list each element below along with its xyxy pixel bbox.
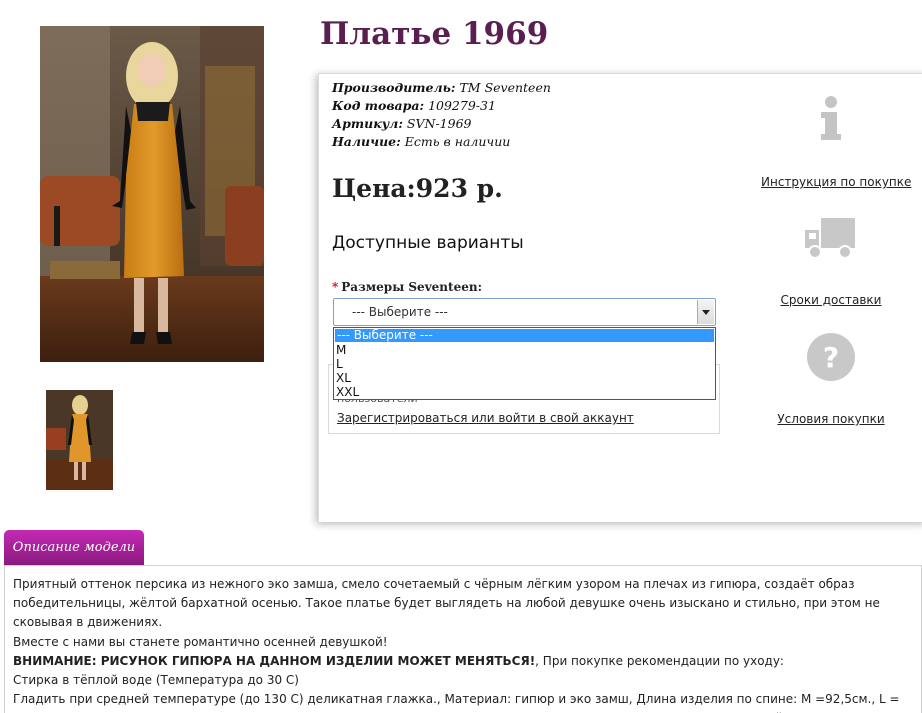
- description-details: Гладить при средней температуре (до 130 …: [13, 692, 900, 713]
- meta-manufacturer: Производитель: ТМ Seventeen: [332, 80, 551, 95]
- size-label: * Размеры Seventeen:: [332, 280, 482, 294]
- size-option[interactable]: --- Выберите ---: [335, 329, 714, 342]
- svg-text:?: ?: [823, 341, 839, 374]
- tab-model-description[interactable]: Описание модели: [4, 530, 144, 565]
- description-text: Приятный оттенок персика из нежного эко …: [13, 575, 913, 713]
- purchase-conditions-link[interactable]: Условия покупки: [761, 412, 901, 426]
- question-icon: ?: [807, 333, 855, 381]
- product-thumbnail[interactable]: [46, 390, 113, 490]
- variants-heading: Доступные варианты: [332, 233, 524, 253]
- size-option[interactable]: XL: [334, 371, 715, 385]
- purchase-instructions[interactable]: Инструкция по покупке: [761, 92, 911, 189]
- description-paragraph: Приятный оттенок персика из нежного эко …: [13, 577, 880, 630]
- size-select-value: --- Выберите ---: [352, 305, 448, 319]
- truck-icon: [805, 218, 855, 259]
- description-paragraph: Вместе с нами вы станете романтично осен…: [13, 634, 388, 649]
- size-option[interactable]: XXL: [334, 385, 715, 399]
- info-icon: [821, 96, 841, 140]
- purchase-conditions[interactable]: ? Условия покупки: [761, 330, 901, 426]
- product-meta: Производитель: ТМ Seventeen Код товара: …: [332, 79, 551, 151]
- delivery-terms[interactable]: Сроки доставки: [761, 214, 901, 307]
- warning-text: ВНИМАНИЕ: РИСУНОК ГИПЮРА НА ДАННОМ ИЗДЕЛ…: [13, 653, 536, 668]
- description-warning-line: ВНИМАНИЕ: РИСУНОК ГИПЮРА НА ДАННОМ ИЗДЕЛ…: [13, 653, 784, 668]
- product-main-photo[interactable]: [40, 26, 264, 362]
- description-wash: Стирка в тёплой воде (Температура до 30 …: [13, 673, 299, 688]
- register-or-login-link[interactable]: Зарегистрироваться или войти в свой акка…: [337, 411, 634, 425]
- size-option[interactable]: L: [334, 357, 715, 371]
- product-title: Платье 1969: [320, 16, 549, 52]
- chevron-down-icon[interactable]: [697, 300, 714, 324]
- size-option[interactable]: M: [334, 343, 715, 357]
- meta-availability: Наличие: Есть в наличии: [332, 134, 511, 149]
- meta-article: Артикул: SVN-1969: [332, 116, 472, 131]
- required-marker: *: [332, 280, 339, 294]
- product-price: Цена:923 р.: [332, 174, 503, 203]
- meta-product-code: Код товара: 109279-31: [332, 98, 496, 113]
- size-select[interactable]: --- Выберите ---: [333, 298, 716, 326]
- size-dropdown-list[interactable]: --- Выберите --- M L XL XXL: [333, 327, 716, 400]
- delivery-terms-link[interactable]: Сроки доставки: [761, 293, 901, 307]
- purchase-instructions-link[interactable]: Инструкция по покупке: [761, 175, 911, 189]
